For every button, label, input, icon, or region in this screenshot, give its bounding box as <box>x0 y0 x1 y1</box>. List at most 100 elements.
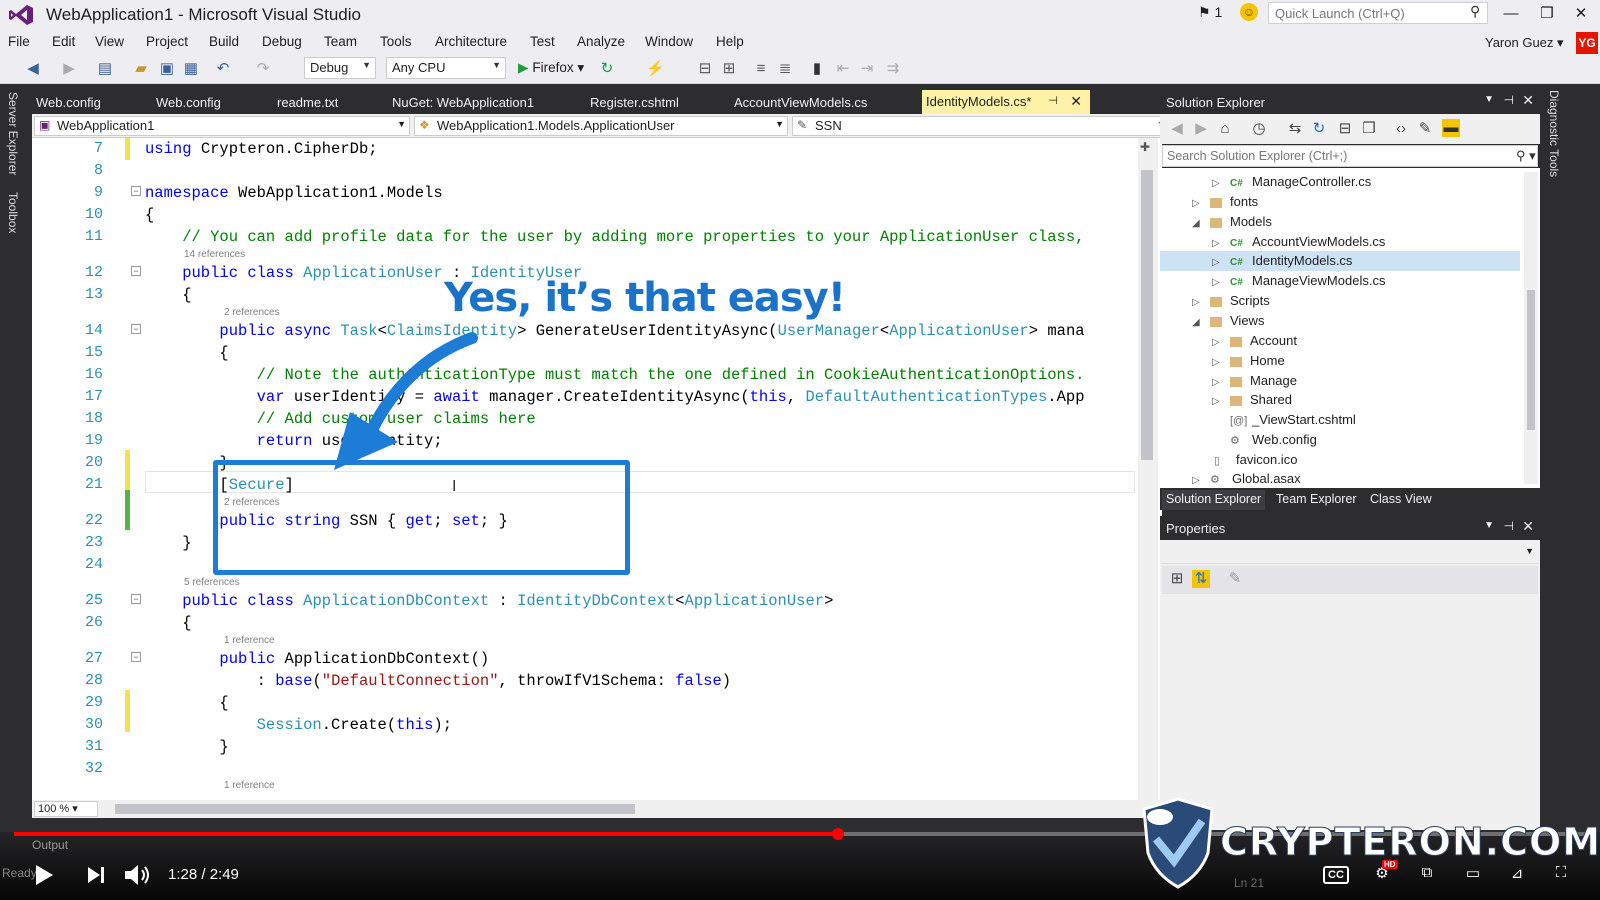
tab-identity-models[interactable]: IdentityModels.cs* ⊣ ✕ <box>922 90 1090 114</box>
diagnostic-tools-tab[interactable]: Diagnostic Tools <box>1547 90 1561 177</box>
panel-menu-icon[interactable]: ▼ <box>1484 94 1494 105</box>
feedback-smiley-icon[interactable]: ☺ <box>1240 3 1258 21</box>
step-icon[interactable]: ⊟ <box>696 60 714 78</box>
output-tab[interactable]: Output <box>32 838 68 852</box>
tree-item[interactable]: ▷ ⚙ Global.asax <box>1192 469 1301 489</box>
tree-item[interactable]: ◢ Views <box>1192 311 1264 331</box>
tree-item[interactable]: ▷ fonts <box>1192 192 1258 212</box>
menu-help[interactable]: Help <box>716 34 744 49</box>
se-forward-icon[interactable]: ▶ <box>1192 120 1210 138</box>
tab-web-config-1[interactable]: Web.config <box>36 95 101 110</box>
close-tab-icon[interactable]: ✕ <box>1070 93 1082 110</box>
open-folder-icon[interactable]: ▰ <box>132 60 150 78</box>
menu-analyze[interactable]: Analyze <box>577 34 625 49</box>
search-icon[interactable]: ⚲ <box>1470 3 1480 20</box>
avatar[interactable]: YG <box>1576 32 1598 54</box>
split-editor-icon[interactable]: ✚ <box>1140 140 1150 154</box>
tree-item-selected[interactable]: ▷ C# IdentityModels.cs <box>1212 251 1352 271</box>
fold-method-icon[interactable]: − <box>131 324 141 334</box>
tree-item[interactable]: ▷ Shared <box>1212 390 1292 410</box>
project-dropdown[interactable]: ▣ WebApplication1 ▼ <box>34 116 410 136</box>
property-pages-icon[interactable]: ✎ <box>1226 570 1244 588</box>
miniplayer-icon[interactable]: ⧉ <box>1414 864 1440 886</box>
show-all-files-icon[interactable]: ❐ <box>1360 120 1378 138</box>
tree-item[interactable]: ▷ Manage <box>1212 371 1297 391</box>
pin-icon[interactable]: ⊣ <box>1048 94 1058 107</box>
panel-pin-icon[interactable]: ⊣ <box>1504 93 1514 107</box>
properties-object-select[interactable]: ▼ <box>1162 542 1538 564</box>
member-dropdown[interactable]: ✎SSN▼ <box>792 116 1170 136</box>
se-refresh-icon[interactable]: ↻ <box>1310 120 1328 138</box>
next-bookmark-icon[interactable]: ⇥ <box>858 60 876 78</box>
panel-close-icon[interactable]: ✕ <box>1522 92 1534 109</box>
tab-team-explorer[interactable]: Team Explorer <box>1272 490 1361 510</box>
refresh-icon[interactable]: ↻ <box>598 60 616 78</box>
notifications-flag[interactable]: ⚑ 1 <box>1198 4 1222 21</box>
tab-nuget[interactable]: NuGet: WebApplication1 <box>392 95 534 110</box>
editor-scroll-thumb[interactable] <box>1141 170 1153 460</box>
close-window-button[interactable]: ✕ <box>1566 2 1596 26</box>
zoom-select[interactable]: 100 % ▾ <box>34 801 98 817</box>
codelens-references[interactable]: 14 references <box>184 249 245 260</box>
tree-item[interactable]: ▷ C# AccountViewModels.cs <box>1212 232 1385 252</box>
alphabetical-icon[interactable]: ⇅ <box>1192 570 1210 588</box>
toolbox-tab[interactable]: Toolbox <box>6 192 20 233</box>
video-scrubber[interactable] <box>832 828 844 840</box>
preview-icon[interactable]: ▬ <box>1442 119 1460 137</box>
tab-account-view-models[interactable]: AccountViewModels.cs <box>734 95 867 110</box>
volume-icon[interactable] <box>124 864 154 886</box>
tab-readme[interactable]: readme.txt <box>277 95 338 110</box>
menu-project[interactable]: Project <box>146 34 188 49</box>
play-icon[interactable] <box>34 864 54 886</box>
menu-build[interactable]: Build <box>209 34 239 49</box>
fold-constructor-icon[interactable]: − <box>131 652 141 662</box>
prev-bookmark-icon[interactable]: ⇤ <box>834 60 852 78</box>
fullscreen-icon[interactable]: ⛶ <box>1548 864 1574 886</box>
pending-changes-icon[interactable]: ◷ <box>1250 120 1268 138</box>
properties-wrench-icon[interactable]: ✎ <box>1416 120 1434 138</box>
undo-icon[interactable]: ↶ <box>214 60 232 78</box>
layout-icon[interactable]: ⊞ <box>720 60 738 78</box>
tab-register[interactable]: Register.cshtml <box>590 95 679 110</box>
new-project-icon[interactable]: ▤ <box>96 60 114 78</box>
cast-icon[interactable]: ⊿ <box>1504 864 1530 886</box>
back-icon[interactable]: ◀ <box>24 60 42 78</box>
codelens-references[interactable]: 5 references <box>184 577 240 588</box>
menu-debug[interactable]: Debug <box>262 34 302 49</box>
indent-icon[interactable]: ≡ <box>752 60 770 78</box>
tree-item[interactable]: ◢ Models <box>1192 212 1272 232</box>
properties-menu-icon[interactable]: ▼ <box>1484 520 1494 531</box>
horizontal-scroll-thumb[interactable] <box>115 804 635 814</box>
menu-edit[interactable]: Edit <box>52 34 75 49</box>
solution-tree-scroll-thumb[interactable] <box>1527 290 1535 430</box>
collapse-all-icon[interactable]: ⊟ <box>1336 120 1354 138</box>
tree-item[interactable]: ▷ Home <box>1212 351 1285 371</box>
menu-architecture[interactable]: Architecture <box>435 34 507 49</box>
run-button[interactable]: ▶ Firefox ▾ <box>518 60 584 76</box>
tree-item[interactable]: ▷ Scripts <box>1192 291 1270 311</box>
tree-item[interactable]: ▷ C# ManageViewModels.cs <box>1212 271 1385 291</box>
fold-dbcontext-icon[interactable]: − <box>131 594 141 604</box>
fold-namespace-icon[interactable]: − <box>131 186 141 196</box>
se-search-icon[interactable]: ⚲ ▾ <box>1516 148 1536 164</box>
view-code-icon[interactable]: ‹› <box>1392 120 1410 138</box>
next-video-icon[interactable] <box>86 866 106 884</box>
captions-button[interactable]: CC <box>1323 866 1349 884</box>
tab-solution-explorer[interactable]: Solution Explorer <box>1162 490 1266 510</box>
tree-item[interactable]: ▷ Account <box>1212 331 1297 351</box>
fold-class-icon[interactable]: − <box>131 266 141 276</box>
redo-icon[interactable]: ↷ <box>254 60 272 78</box>
clear-bookmarks-icon[interactable]: ⇉ <box>884 60 902 78</box>
user-account[interactable]: Yaron Guez ▾ <box>1485 35 1564 51</box>
theater-mode-icon[interactable]: ▭ <box>1460 864 1486 886</box>
configuration-select[interactable]: Debug ▼ <box>304 57 376 79</box>
sync-icon[interactable]: ⇆ <box>1286 120 1304 138</box>
save-icon[interactable]: ▣ <box>158 60 176 78</box>
home-icon[interactable]: ⌂ <box>1216 120 1234 138</box>
forward-icon[interactable]: ▶ <box>60 60 78 78</box>
tree-item[interactable]: [@] _ViewStart.cshtml <box>1230 410 1356 430</box>
outdent-icon[interactable]: ≣ <box>776 60 794 78</box>
bookmark-icon[interactable]: ▮ <box>808 60 826 78</box>
tree-item[interactable]: ⚙ Web.config <box>1230 430 1317 450</box>
categorized-icon[interactable]: ⊞ <box>1168 570 1186 588</box>
